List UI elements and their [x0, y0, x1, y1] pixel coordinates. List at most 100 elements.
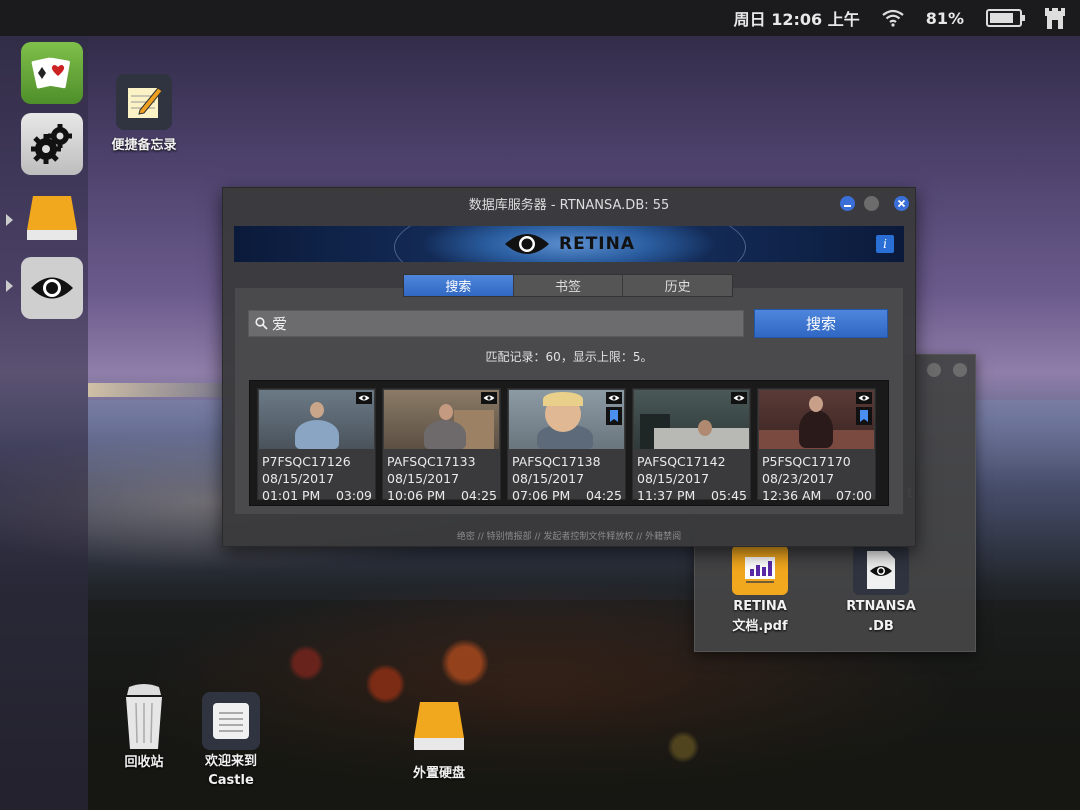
tab-bookmarks[interactable]: 书签: [513, 275, 624, 296]
db-label-line1: RTNANSA: [846, 599, 916, 614]
dock-running-indicator: [6, 280, 13, 292]
result-thumbnail: [259, 390, 374, 449]
welcome-desktop-icon[interactable]: 欢迎来到 Castle: [192, 692, 270, 790]
window-close-button[interactable]: [894, 196, 909, 211]
trash-can-icon: [126, 684, 162, 749]
retina-brand-text: RETINA: [558, 234, 636, 254]
search-panel: 搜索 匹配记录：60，显示上限：5。 P7FSQC17126 08/15/201…: [234, 287, 904, 515]
eye-icon: [856, 392, 872, 404]
battery-icon[interactable]: [986, 9, 1025, 27]
result-id: PAFSQC17133: [387, 454, 476, 469]
bookmark-icon: [856, 407, 872, 425]
result-duration: 04:25: [585, 488, 622, 503]
result-time: 12:36 AM: [762, 488, 822, 503]
db-file-icon: [853, 545, 909, 595]
welcome-label-line1: 欢迎来到: [204, 754, 257, 769]
result-id: P7FSQC17126: [262, 454, 351, 469]
result-card[interactable]: PAFSQC17142 08/15/2017 11:37 PM 05:45: [632, 388, 751, 503]
playing-cards-icon: [31, 57, 70, 89]
settings-app-icon[interactable]: [21, 113, 83, 175]
document-icon: [202, 692, 260, 750]
drive-label: 外置硬盘: [412, 766, 465, 781]
trash-desktop-icon[interactable]: 回收站: [108, 683, 180, 772]
result-duration: 03:09: [335, 488, 372, 503]
eye-icon: [731, 392, 747, 404]
retina-brand: RETINA: [503, 226, 635, 262]
eye-icon: [356, 392, 372, 404]
notes-desktop-icon[interactable]: 便捷备忘录: [104, 74, 184, 155]
gears-icon: [31, 124, 72, 164]
result-date: 08/15/2017: [512, 471, 585, 486]
window-maximize-button[interactable]: [864, 196, 879, 211]
pdf-label-line1: RETINA: [733, 599, 787, 614]
search-box[interactable]: [248, 310, 744, 337]
rtnansa-db-file[interactable]: RTNANSA .DB: [845, 545, 917, 637]
drive-app-icon[interactable]: [21, 186, 83, 248]
result-date: 08/15/2017: [387, 471, 460, 486]
external-drive-icon: [414, 702, 464, 750]
battery-percent-text: 81%: [925, 8, 964, 28]
result-id: PAFSQC17142: [637, 454, 726, 469]
dock: [0, 36, 88, 810]
close-icon: [897, 199, 906, 208]
result-date: 08/23/2017: [762, 471, 835, 486]
result-card[interactable]: PAFSQC17138 08/15/2017 07:06 PM 04:25: [507, 388, 626, 503]
result-thumbnail: [759, 390, 874, 449]
tab-search[interactable]: 搜索: [404, 275, 514, 296]
tab-history[interactable]: 历史: [623, 275, 733, 296]
bookmark-icon: [606, 407, 622, 425]
eye-icon: [31, 277, 73, 299]
solitaire-app-icon[interactable]: [21, 42, 83, 104]
result-duration: 05:45: [710, 488, 747, 503]
window-close-button[interactable]: [953, 363, 967, 377]
search-button[interactable]: 搜索: [754, 309, 888, 338]
trash-label: 回收站: [124, 755, 164, 770]
window-minimize-button[interactable]: [840, 196, 855, 211]
hard-drive-icon: [27, 196, 77, 240]
info-button[interactable]: i: [876, 235, 894, 253]
result-time: 07:06 PM: [512, 488, 571, 503]
welcome-label-line2: Castle: [208, 773, 254, 788]
window-maximize-button[interactable]: [927, 363, 941, 377]
search-icon: [255, 317, 268, 330]
battery-fill: [990, 13, 1013, 23]
classification-footer: 绝密 // 特别情报部 // 发起者控制文件释放权 // 外籍禁阅: [456, 532, 682, 542]
wallpaper-bridge: [88, 383, 228, 397]
result-time: 11:37 PM: [637, 488, 696, 503]
wifi-icon[interactable]: [882, 9, 904, 27]
pdf-label-line2: 文档.pdf: [732, 619, 788, 634]
welcome-label: 欢迎来到 Castle: [205, 752, 257, 790]
retina-eye-logo-icon: [504, 234, 549, 254]
minimize-icon: [844, 205, 851, 207]
match-count-text: 匹配记录：60，显示上限：5。: [485, 350, 653, 364]
retina-pdf-file[interactable]: RETINA 文档.pdf: [725, 545, 795, 637]
result-thumbnail: [634, 390, 749, 449]
notepad-icon: [116, 74, 172, 130]
db-label-line2: .DB: [868, 619, 894, 634]
result-date: 08/15/2017: [262, 471, 335, 486]
eye-icon: [606, 392, 622, 404]
result-id: PAFSQC17138: [512, 454, 601, 469]
retina-app-icon[interactable]: [21, 257, 83, 319]
pdf-chart-icon: [732, 545, 788, 595]
results-strip: P7FSQC17126 08/15/2017 01:01 PM 03:09 PAF…: [249, 380, 889, 506]
window-title: 数据库服务器 - RTNANSA.DB: 55: [468, 197, 670, 213]
clock-text[interactable]: 周日 12:06 上午: [734, 6, 860, 30]
result-card[interactable]: PAFSQC17133 08/15/2017 10:06 PM 04:25: [382, 388, 501, 503]
result-card[interactable]: P7FSQC17126 08/15/2017 01:01 PM 03:09: [257, 388, 376, 503]
result-thumbnail: [509, 390, 624, 449]
result-date: 08/15/2017: [637, 471, 710, 486]
search-input[interactable]: [272, 314, 732, 333]
castle-icon[interactable]: [1044, 6, 1066, 30]
result-time: 01:01 PM: [262, 488, 321, 503]
result-id: P5FSQC17170: [762, 454, 851, 469]
result-card[interactable]: P5FSQC17170 08/23/2017 12:36 AM 07:00: [757, 388, 876, 503]
result-duration: 04:25: [460, 488, 497, 503]
result-duration: 07:00: [835, 488, 872, 503]
eye-icon: [481, 392, 497, 404]
database-server-window[interactable]: 数据库服务器 - RTNANSA.DB: 55 RETINA i 搜索 匹配记录…: [222, 187, 916, 547]
dock-active-indicator: [6, 214, 13, 226]
external-drive-desktop-icon[interactable]: 外置硬盘: [400, 700, 478, 783]
retina-banner: RETINA i: [234, 226, 904, 262]
top-status-bar: 周日 12:06 上午 81%: [0, 0, 1080, 36]
